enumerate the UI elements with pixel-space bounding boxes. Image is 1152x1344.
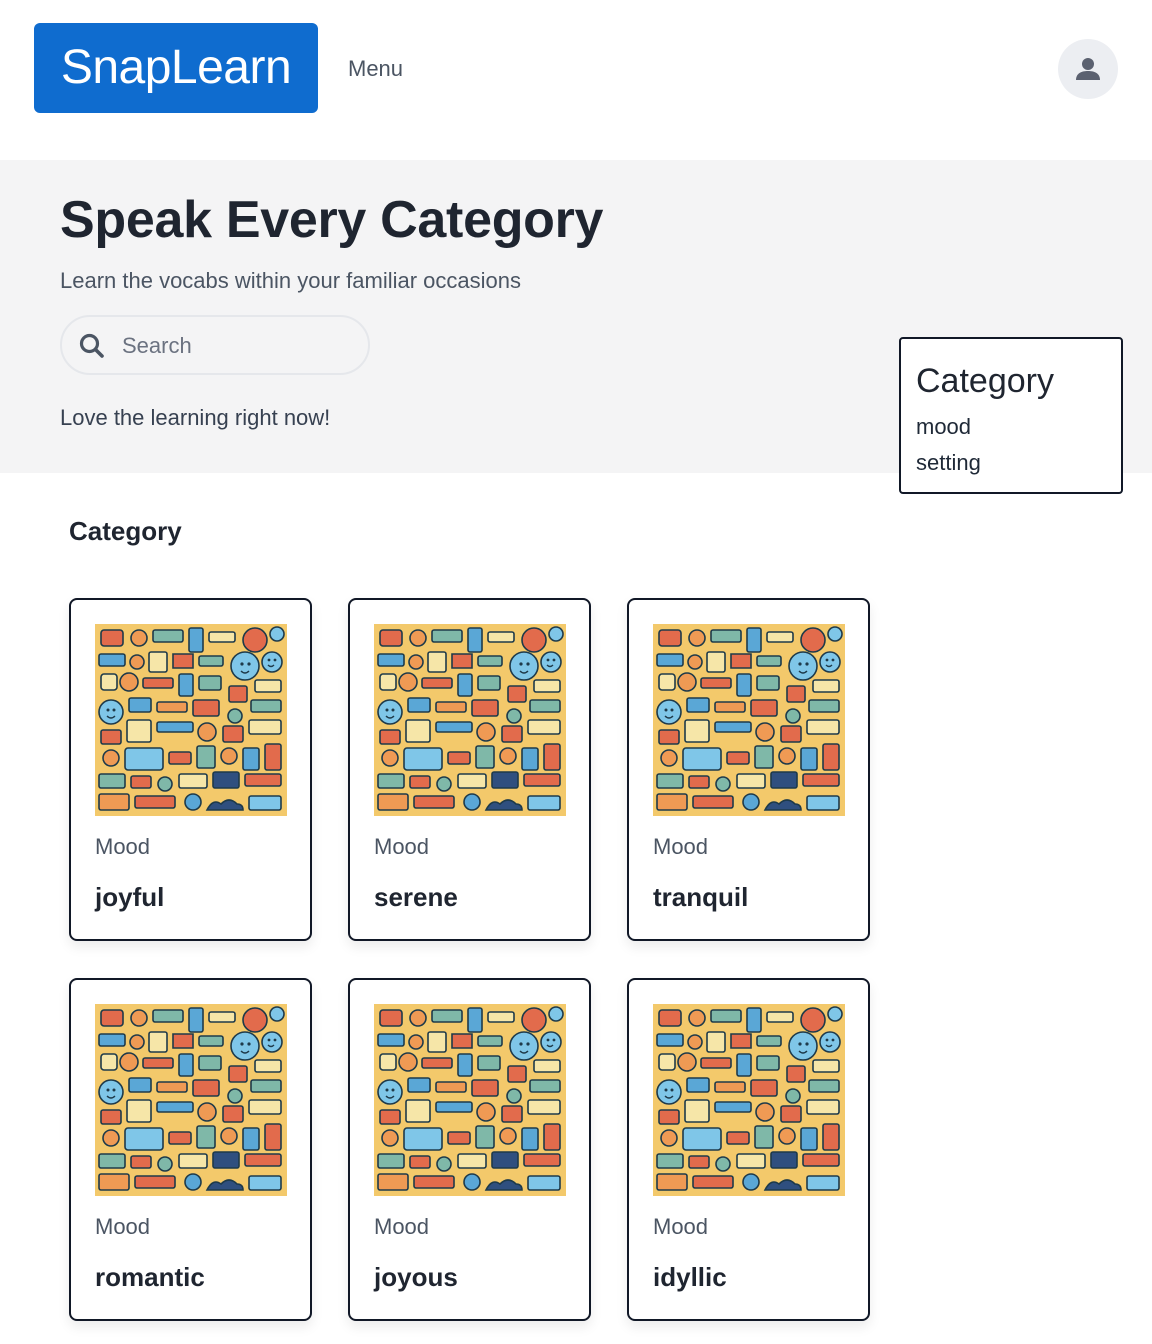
vocab-card-idyllic[interactable]: Mood idyllic xyxy=(627,978,870,1321)
card-word: romantic xyxy=(95,1262,205,1292)
card-category-label: Mood xyxy=(95,834,151,859)
vocab-card-joyous[interactable]: Mood joyous xyxy=(348,978,591,1321)
section-heading: Category xyxy=(69,516,182,546)
card-category-label: Mood xyxy=(374,1214,430,1239)
user-avatar-button[interactable] xyxy=(1058,39,1118,99)
category-option-mood[interactable]: mood xyxy=(916,412,971,442)
card-word: serene xyxy=(374,882,458,912)
search-input[interactable] xyxy=(120,331,350,361)
menu-link[interactable]: Menu xyxy=(348,54,403,84)
card-illustration xyxy=(653,1004,845,1196)
top-header: SnapLearn Menu xyxy=(0,0,1152,160)
user-icon xyxy=(1076,58,1100,80)
vocab-card-joyful[interactable]: Mood joyful xyxy=(69,598,312,941)
card-category-label: Mood xyxy=(95,1214,151,1239)
card-category-label: Mood xyxy=(653,1214,709,1239)
vocab-card-romantic[interactable]: Mood romantic xyxy=(69,978,312,1321)
page-title: Speak Every Category xyxy=(60,191,604,249)
vocab-card-serene[interactable]: Mood serene xyxy=(348,598,591,941)
card-illustration xyxy=(653,624,845,816)
card-word: idyllic xyxy=(653,1262,727,1292)
card-illustration xyxy=(374,624,566,816)
search-icon xyxy=(79,333,104,358)
card-word: tranquil xyxy=(653,882,749,912)
card-category-label: Mood xyxy=(653,834,709,859)
card-illustration xyxy=(374,1004,566,1196)
card-illustration xyxy=(95,624,287,816)
card-category-label: Mood xyxy=(374,834,430,859)
category-dropdown-title: Category xyxy=(916,362,1054,400)
page-subtitle: Learn the vocabs within your familiar oc… xyxy=(60,268,522,293)
hero-tagline: Love the learning right now! xyxy=(60,405,331,430)
category-dropdown: Category mood setting xyxy=(899,337,1123,494)
card-word: joyful xyxy=(95,882,165,912)
snaplearn-logo[interactable]: SnapLearn xyxy=(34,23,318,113)
card-illustration xyxy=(95,1004,287,1196)
vocab-card-tranquil[interactable]: Mood tranquil xyxy=(627,598,870,941)
search-bar[interactable] xyxy=(60,315,370,375)
category-option-setting[interactable]: setting xyxy=(916,448,981,478)
card-word: joyous xyxy=(374,1262,458,1292)
